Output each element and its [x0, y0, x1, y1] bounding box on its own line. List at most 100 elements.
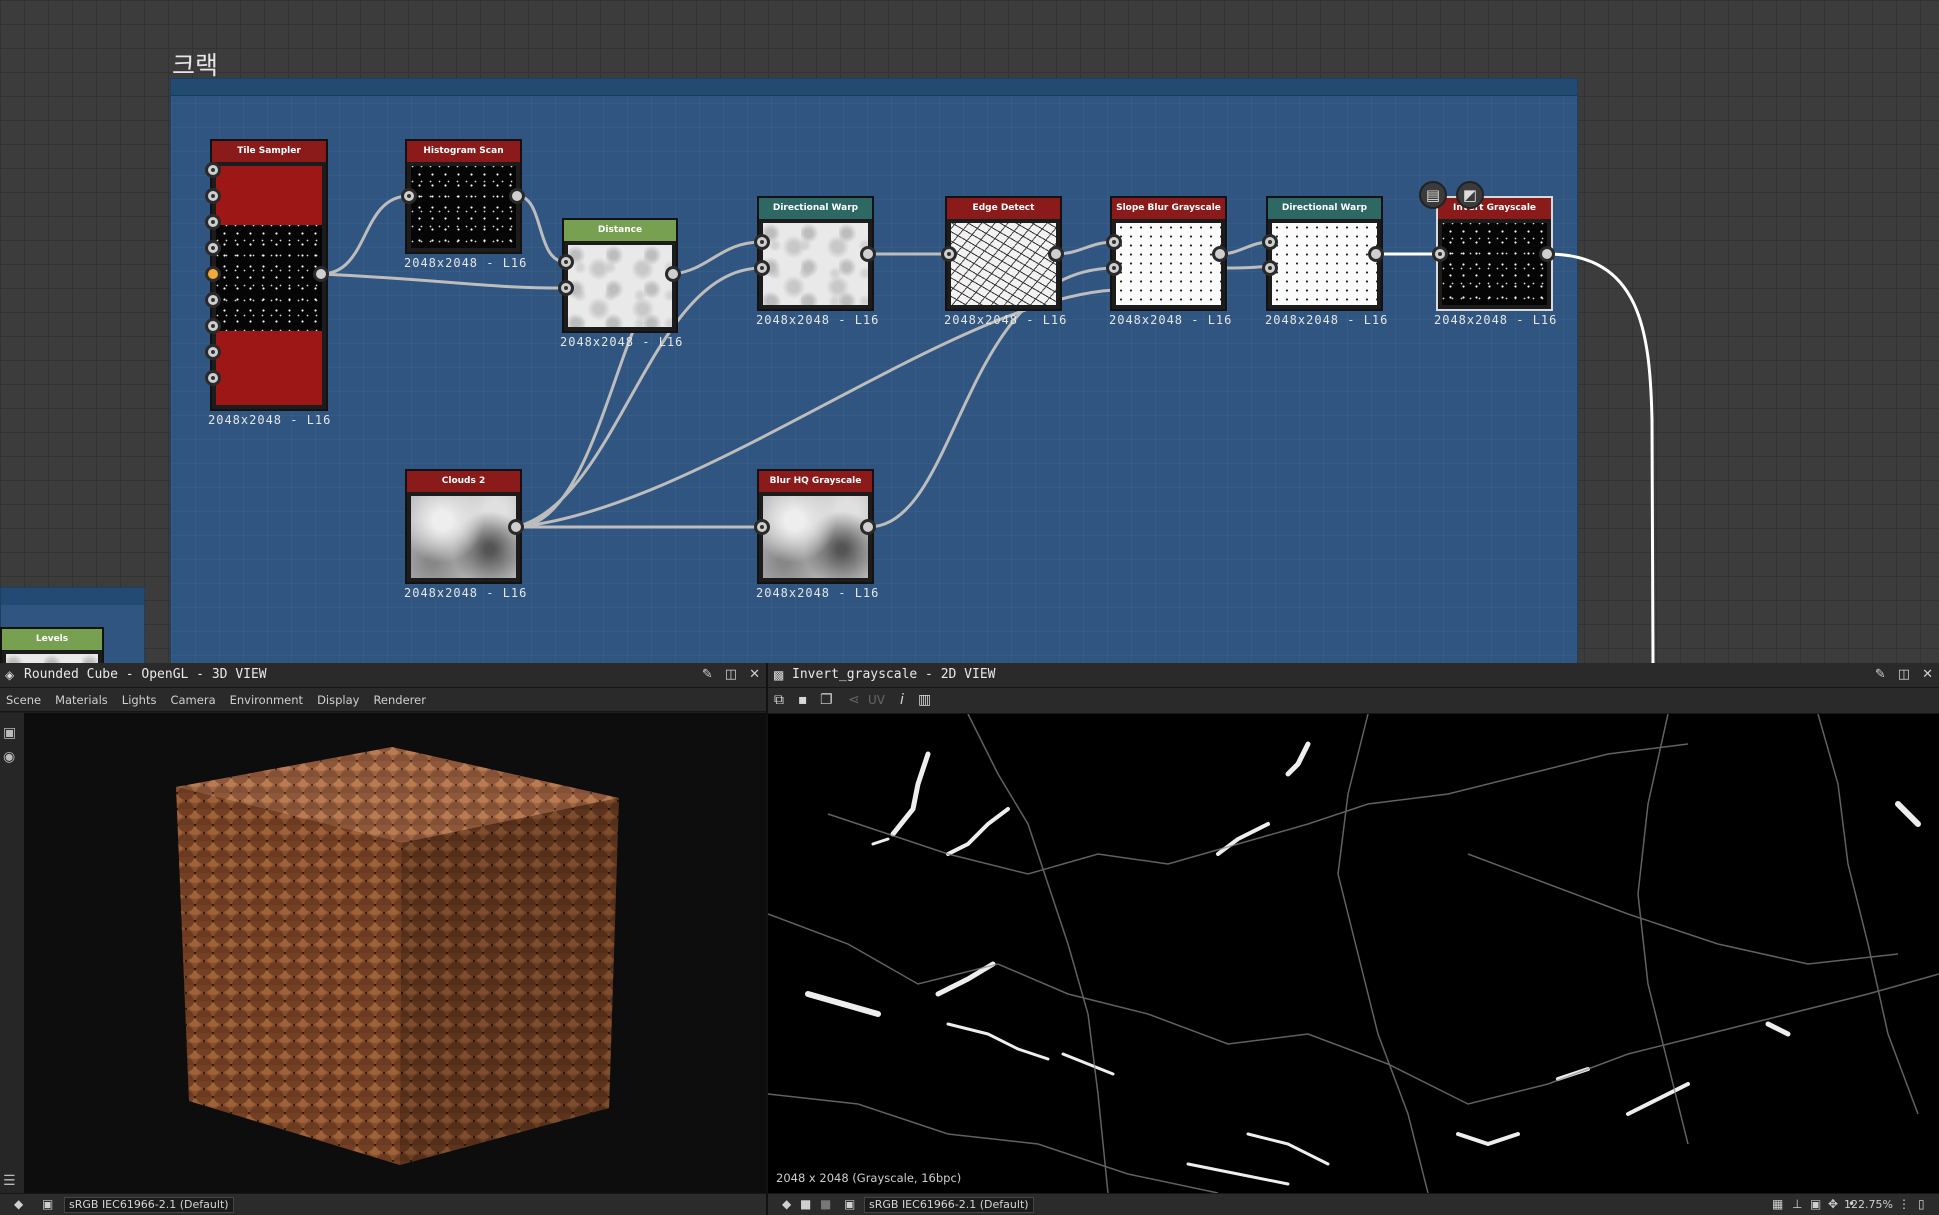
float-icon[interactable]: ◫: [725, 667, 737, 682]
node-blur-hq-thumbnail: [763, 496, 868, 578]
layers-icon[interactable]: ◆: [782, 1197, 797, 1212]
pin-icon[interactable]: ✎: [1875, 667, 1886, 682]
node-histogram-scan-label: 2048x2048 - L16: [404, 256, 528, 270]
display-icon[interactable]: ▣: [42, 1197, 57, 1212]
port-tile-in-7[interactable]: [205, 318, 221, 334]
channel-gray-icon[interactable]: ■: [820, 1197, 835, 1212]
frame-left-header[interactable]: [1, 588, 144, 605]
fit-icon[interactable]: ▣: [1810, 1197, 1825, 1212]
port-slope-in-1[interactable]: [1106, 234, 1122, 250]
panel-3d-titlebar[interactable]: ◈ Rounded Cube - OpenGL - 3D VIEW ✎ ◫ ✕: [0, 663, 766, 688]
port-slope-in-2[interactable]: [1106, 260, 1122, 276]
node-distance[interactable]: Distance: [562, 218, 678, 333]
port-dwarp1-in-2[interactable]: [754, 260, 770, 276]
node-tile-sampler[interactable]: Tile Sampler: [210, 139, 328, 411]
node-tile-sampler-title: Tile Sampler: [212, 141, 326, 162]
graph-canvas[interactable]: Levels 크랙 Tile Sampler 2048x2048 - L16 H…: [0, 0, 1939, 663]
copy-view-icon[interactable]: ⧉: [774, 692, 784, 708]
port-blurhq-in[interactable]: [754, 519, 770, 535]
float-icon[interactable]: ◫: [1898, 667, 1910, 682]
options-icon[interactable]: ⋮: [1898, 1197, 1913, 1212]
image-icon: ▩: [773, 668, 785, 682]
port-dwarp2-out[interactable]: [1368, 246, 1384, 262]
side-toolbar-3d: ▣ ◉ ☰: [0, 713, 24, 1193]
node-levels[interactable]: Levels: [0, 627, 104, 663]
grid-icon[interactable]: ▦: [1772, 1197, 1787, 1212]
pan-icon[interactable]: ✥: [1828, 1197, 1843, 1212]
port-clouds-out[interactable]: [508, 519, 524, 535]
port-distance-in-2[interactable]: [558, 280, 574, 296]
port-dwarp1-out[interactable]: [860, 246, 876, 262]
port-tile-in-4[interactable]: [205, 240, 221, 256]
node-blur-hq-title: Blur HQ Grayscale: [759, 471, 872, 492]
port-tile-in-1[interactable]: [205, 162, 221, 178]
menu-environment[interactable]: Environment: [230, 693, 303, 707]
node-directional-warp-1[interactable]: Directional Warp: [757, 196, 874, 311]
tree-icon[interactable]: ☰: [3, 1173, 16, 1189]
frame-crack[interactable]: [170, 78, 1578, 663]
port-histogram-out[interactable]: [509, 188, 525, 204]
menu-display[interactable]: Display: [317, 693, 359, 707]
close-icon[interactable]: ✕: [1922, 667, 1933, 682]
port-tile-in-5[interactable]: [205, 266, 221, 282]
document-icon[interactable]: ▤: [1419, 181, 1447, 209]
port-slope-out[interactable]: [1212, 246, 1228, 262]
port-histogram-in[interactable]: [401, 188, 417, 204]
port-tile-in-8[interactable]: [205, 344, 221, 360]
color-profile-select-3d[interactable]: sRGB IEC61966-2.1 (Default): [64, 1197, 234, 1213]
port-tile-out[interactable]: [313, 266, 329, 282]
port-distance-out[interactable]: [665, 266, 681, 282]
copy-icon[interactable]: ❐: [820, 692, 833, 708]
viewport-3d[interactable]: [24, 713, 766, 1193]
channel-black-icon[interactable]: ■: [800, 1197, 815, 1212]
node-directional-warp-1-label: 2048x2048 - L16: [756, 313, 880, 327]
node-blur-hq[interactable]: Blur HQ Grayscale: [757, 469, 874, 584]
node-clouds-2[interactable]: Clouds 2: [405, 469, 522, 584]
node-edge-detect[interactable]: Edge Detect: [945, 196, 1062, 311]
port-tile-in-3[interactable]: [205, 214, 221, 230]
save-icon[interactable]: ▪: [798, 692, 808, 708]
close-icon[interactable]: ✕: [749, 667, 760, 682]
frame-title[interactable]: 크랙: [172, 46, 218, 82]
port-dwarp2-in-2[interactable]: [1262, 260, 1278, 276]
port-dwarp1-in-1[interactable]: [754, 234, 770, 250]
menu-scene[interactable]: Scene: [6, 693, 41, 707]
pin-tool-icon[interactable]: ⊥: [1792, 1197, 1807, 1212]
node-distance-thumbnail: [568, 245, 672, 327]
port-tile-in-2[interactable]: [205, 188, 221, 204]
node-directional-warp-1-title: Directional Warp: [759, 198, 872, 219]
port-blurhq-out[interactable]: [860, 519, 876, 535]
lock-icon[interactable]: ▯: [1918, 1197, 1933, 1212]
camera-icon[interactable]: ▣: [3, 725, 16, 741]
histogram-icon[interactable]: ▥: [918, 692, 931, 708]
menu-renderer[interactable]: Renderer: [373, 693, 426, 707]
port-tile-in-6[interactable]: [205, 292, 221, 308]
port-edge-out[interactable]: [1048, 246, 1064, 262]
layers-icon[interactable]: ◆: [14, 1197, 29, 1212]
menu-camera[interactable]: Camera: [170, 693, 215, 707]
color-profile-select-2d[interactable]: sRGB IEC61966-2.1 (Default): [864, 1197, 1034, 1213]
menu-materials[interactable]: Materials: [55, 693, 108, 707]
pin-icon[interactable]: ✎: [702, 667, 713, 682]
checker-icon[interactable]: ◩: [1456, 181, 1484, 209]
share-icon[interactable]: ⋖: [848, 692, 860, 708]
port-tile-in-9[interactable]: [205, 370, 221, 386]
menu-lights[interactable]: Lights: [122, 693, 157, 707]
node-directional-warp-2[interactable]: Directional Warp: [1266, 196, 1383, 311]
node-levels-thumbnail: [6, 654, 98, 663]
node-slope-blur[interactable]: Slope Blur Grayscale: [1110, 196, 1227, 311]
info-icon[interactable]: i: [900, 692, 904, 708]
node-invert-grayscale[interactable]: Invert Grayscale: [1436, 196, 1553, 311]
frame-header[interactable]: [171, 79, 1577, 96]
light-bulb-icon[interactable]: ◉: [3, 749, 15, 765]
port-dwarp2-in-1[interactable]: [1262, 234, 1278, 250]
port-distance-in-1[interactable]: [558, 254, 574, 270]
port-invert-out[interactable]: [1539, 246, 1555, 262]
viewport-2d[interactable]: 2048 x 2048 (Grayscale, 16bpc): [768, 714, 1939, 1193]
node-histogram-scan[interactable]: Histogram Scan: [405, 139, 522, 254]
display-icon[interactable]: ▣: [844, 1197, 859, 1212]
port-invert-in[interactable]: [1432, 246, 1448, 262]
port-edge-in[interactable]: [941, 246, 957, 262]
uv-toggle[interactable]: UV: [868, 693, 885, 707]
panel-2d-titlebar[interactable]: ▩ Invert_grayscale - 2D VIEW ✎ ◫ ✕: [768, 663, 1939, 688]
